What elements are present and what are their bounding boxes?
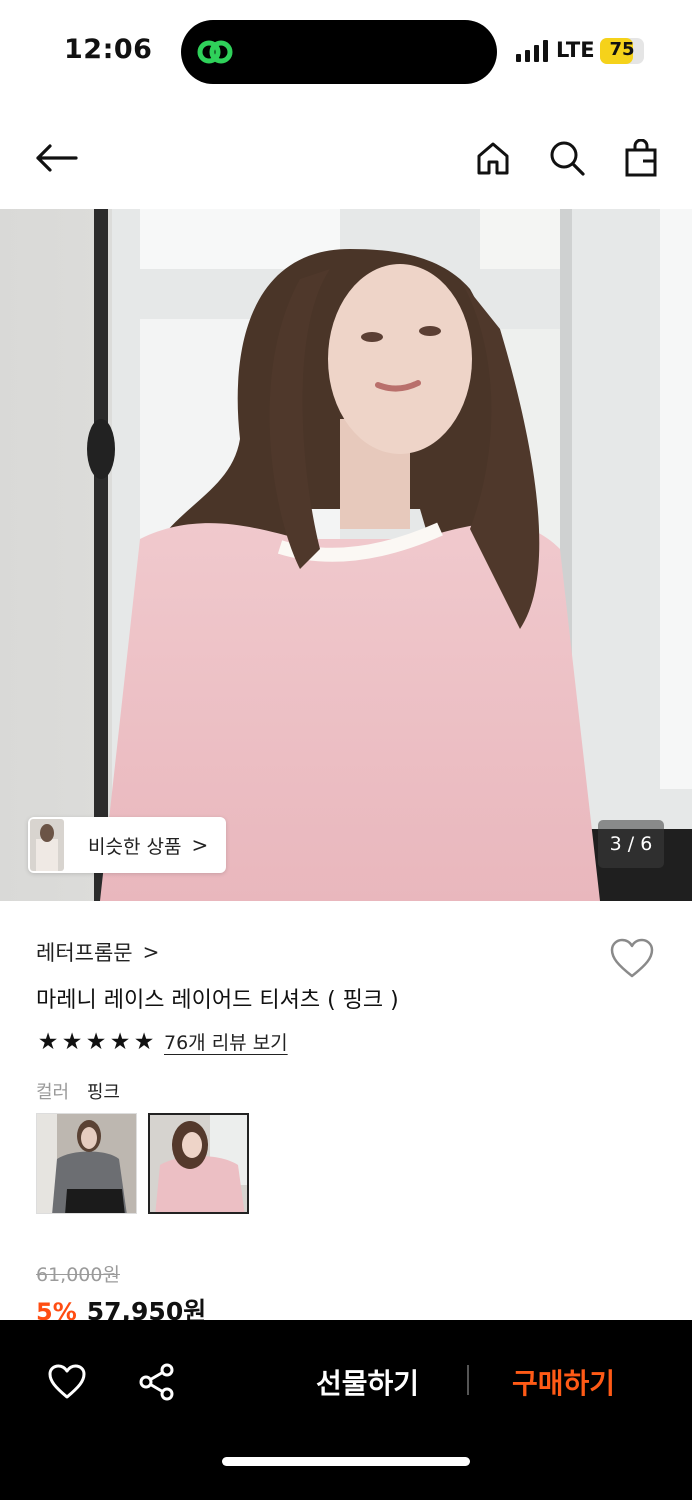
color-value: 핑크 bbox=[86, 1082, 120, 1103]
similar-thumbnail bbox=[30, 819, 64, 871]
network-type: LTE bbox=[556, 38, 595, 62]
divider bbox=[467, 1365, 469, 1395]
wishlist-button[interactable] bbox=[608, 936, 656, 980]
original-price: 61,000원 bbox=[36, 1264, 120, 1286]
search-icon bbox=[550, 141, 585, 176]
share-icon bbox=[139, 1363, 174, 1401]
home-icon bbox=[477, 142, 509, 175]
color-swatch-pink[interactable] bbox=[148, 1113, 249, 1214]
star-icon: ★ bbox=[61, 1028, 83, 1055]
heart-icon bbox=[610, 938, 654, 978]
star-icon: ★ bbox=[37, 1028, 59, 1055]
cart-button[interactable] bbox=[617, 134, 665, 182]
top-nav bbox=[0, 120, 692, 196]
link-icon bbox=[197, 40, 233, 64]
product-image[interactable] bbox=[0, 209, 692, 901]
chevron-right-icon: > bbox=[191, 833, 209, 857]
star-icon: ★ bbox=[85, 1028, 107, 1055]
product-title: 마레니 레이스 레이어드 티셔츠 ( 핑크 ) bbox=[36, 988, 399, 1013]
chevron-right-icon: > bbox=[142, 940, 160, 964]
brand-name: 레터프롬문 bbox=[36, 941, 133, 965]
search-button[interactable] bbox=[543, 134, 591, 182]
color-option: 컬러 핑크 bbox=[36, 1078, 120, 1104]
bottom-action-bar: 선물하기 구매하기 bbox=[0, 1320, 692, 1500]
gift-button[interactable]: 선물하기 bbox=[316, 1362, 419, 1402]
battery-level: 75 bbox=[609, 39, 635, 60]
signal-icon bbox=[516, 40, 548, 62]
model-photo bbox=[0, 209, 692, 901]
share-button[interactable] bbox=[137, 1362, 177, 1402]
status-time: 12:06 bbox=[64, 34, 153, 65]
buy-button[interactable]: 구매하기 bbox=[512, 1362, 615, 1402]
home-indicator bbox=[222, 1457, 470, 1466]
similar-products-label: 비슷한 상품 bbox=[88, 835, 182, 858]
star-icon: ★ bbox=[109, 1028, 131, 1055]
arrow-left-icon bbox=[36, 144, 78, 172]
rating-row: ★ ★ ★ ★ ★ 76개 리뷰 보기 bbox=[36, 1028, 288, 1055]
image-counter: 3 / 6 bbox=[598, 820, 664, 868]
battery-icon: 75 bbox=[600, 38, 644, 64]
star-rating: ★ ★ ★ ★ ★ bbox=[36, 1030, 156, 1054]
brand-link[interactable]: 레터프롬문 > bbox=[36, 937, 159, 967]
bottom-wishlist-button[interactable] bbox=[47, 1362, 87, 1402]
back-button[interactable] bbox=[32, 134, 80, 182]
status-bar: 12:06 LTE 75 bbox=[0, 0, 692, 105]
home-button[interactable] bbox=[469, 134, 517, 182]
similar-products-button[interactable]: 비슷한 상품 > bbox=[28, 817, 226, 873]
color-label: 컬러 bbox=[36, 1082, 70, 1103]
dynamic-island bbox=[181, 20, 497, 84]
shopping-bag-icon bbox=[625, 139, 657, 177]
color-swatch-gray[interactable] bbox=[36, 1113, 137, 1214]
heart-icon bbox=[48, 1364, 86, 1399]
star-icon: ★ bbox=[133, 1028, 155, 1055]
reviews-link[interactable]: 76개 리뷰 보기 bbox=[164, 1028, 288, 1055]
